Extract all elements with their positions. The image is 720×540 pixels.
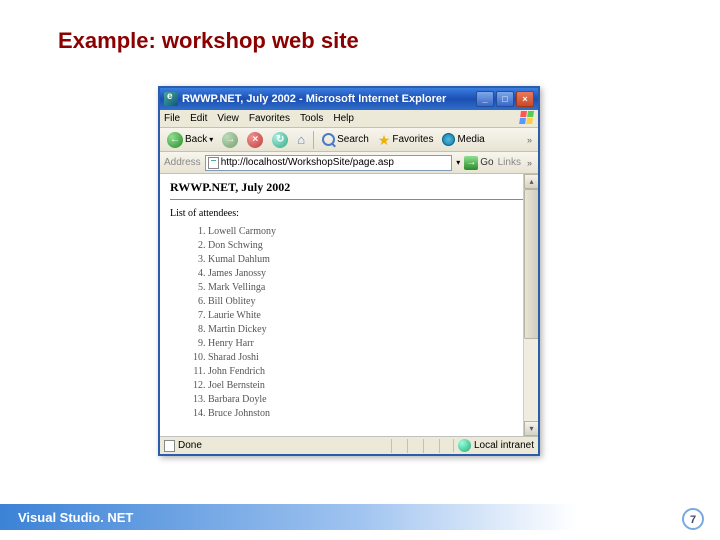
chevron-down-icon: ▾ (209, 135, 213, 144)
toolbar: ← Back ▾ → × ↻ ⌂ Search ★ Favorites Medi… (160, 128, 538, 152)
page-heading: RWWP.NET, July 2002 (170, 180, 528, 195)
scrollbar-thumb[interactable] (524, 189, 538, 339)
url-text: http://localhost/WorkshopSite/page.asp (221, 157, 394, 168)
go-button[interactable]: → Go (464, 156, 493, 170)
list-label: List of attendees: (170, 208, 528, 219)
list-item: Barbara Doyle (208, 393, 528, 407)
slide-footer: Visual Studio. NET 7 (0, 504, 720, 530)
page-content: RWWP.NET, July 2002 List of attendees: L… (160, 174, 538, 436)
list-item: Joel Bernstein (208, 379, 528, 393)
menu-tools[interactable]: Tools (300, 113, 323, 124)
home-button[interactable]: ⌂ (294, 131, 308, 148)
vertical-scrollbar[interactable]: ▴ ▾ (523, 174, 538, 436)
slide-title: Example: workshop web site (58, 28, 359, 54)
refresh-button[interactable]: ↻ (269, 131, 291, 149)
forward-icon: → (222, 132, 238, 148)
forward-button[interactable]: → (219, 131, 241, 149)
addressbar: Address http://localhost/WorkshopSite/pa… (160, 152, 538, 174)
maximize-button[interactable]: □ (496, 91, 514, 107)
stop-button[interactable]: × (244, 131, 266, 149)
back-label: Back (185, 134, 207, 145)
list-item: Henry Harr (208, 337, 528, 351)
menu-edit[interactable]: Edit (190, 113, 207, 124)
window-controls: _ □ × (476, 91, 534, 107)
ie-icon (164, 92, 178, 106)
refresh-icon: ↻ (272, 132, 288, 148)
search-label: Search (337, 134, 369, 145)
address-input[interactable]: http://localhost/WorkshopSite/page.asp (205, 155, 453, 171)
page-icon (208, 157, 219, 169)
list-item: Sharad Joshi (208, 351, 528, 365)
media-label: Media (457, 134, 484, 145)
scroll-down-button[interactable]: ▾ (524, 421, 538, 436)
separator (313, 131, 314, 149)
list-item: Bill Oblitey (208, 295, 528, 309)
minimize-button[interactable]: _ (476, 91, 494, 107)
list-item: Lowell Carmony (208, 225, 528, 239)
address-label: Address (164, 157, 201, 168)
list-item: Don Schwing (208, 239, 528, 253)
addressbar-overflow-icon[interactable]: » (527, 158, 532, 168)
search-button[interactable]: Search (319, 132, 372, 147)
back-button[interactable]: ← Back ▾ (164, 131, 216, 149)
star-icon: ★ (378, 133, 391, 147)
list-item: Kumal Dahlum (208, 253, 528, 267)
media-icon (442, 133, 455, 146)
window-title: RWWP.NET, July 2002 - Microsoft Internet… (182, 93, 476, 105)
toolbar-overflow-icon[interactable]: » (527, 135, 532, 145)
windows-logo-icon (519, 111, 535, 125)
menu-favorites[interactable]: Favorites (249, 113, 290, 124)
list-item: Laurie White (208, 309, 528, 323)
menu-view[interactable]: View (217, 113, 239, 124)
statusbar: Done Local intranet (160, 436, 538, 454)
search-icon (322, 133, 335, 146)
favorites-label: Favorites (392, 134, 433, 145)
list-item: James Janossy (208, 267, 528, 281)
done-icon (164, 440, 175, 452)
home-icon: ⌂ (297, 132, 305, 147)
status-text: Done (178, 440, 202, 451)
menubar: File Edit View Favorites Tools Help (160, 110, 538, 128)
stop-icon: × (247, 132, 263, 148)
attendee-list: Lowell Carmony Don Schwing Kumal Dahlum … (208, 225, 528, 421)
list-item: Mark Vellinga (208, 281, 528, 295)
go-icon: → (464, 156, 478, 170)
menu-file[interactable]: File (164, 113, 180, 124)
zone-icon (458, 439, 471, 452)
address-dropdown-icon[interactable]: ▾ (456, 158, 460, 167)
status-cells (391, 439, 453, 453)
menu-help[interactable]: Help (333, 113, 354, 124)
links-label[interactable]: Links (498, 157, 521, 168)
horizontal-rule (170, 199, 528, 200)
scroll-up-button[interactable]: ▴ (524, 174, 538, 189)
back-icon: ← (167, 132, 183, 148)
footer-text: Visual Studio. NET (18, 510, 133, 525)
list-item: John Fendrich (208, 365, 528, 379)
page-number: 7 (682, 508, 704, 530)
media-button[interactable]: Media (439, 132, 487, 147)
list-item: Martin Dickey (208, 323, 528, 337)
zone-text: Local intranet (474, 440, 534, 451)
go-label: Go (480, 157, 493, 168)
list-item: Bruce Johnston (208, 407, 528, 421)
titlebar[interactable]: RWWP.NET, July 2002 - Microsoft Internet… (160, 88, 538, 110)
browser-window: RWWP.NET, July 2002 - Microsoft Internet… (158, 86, 540, 456)
close-button[interactable]: × (516, 91, 534, 107)
favorites-button[interactable]: ★ Favorites (375, 132, 437, 148)
